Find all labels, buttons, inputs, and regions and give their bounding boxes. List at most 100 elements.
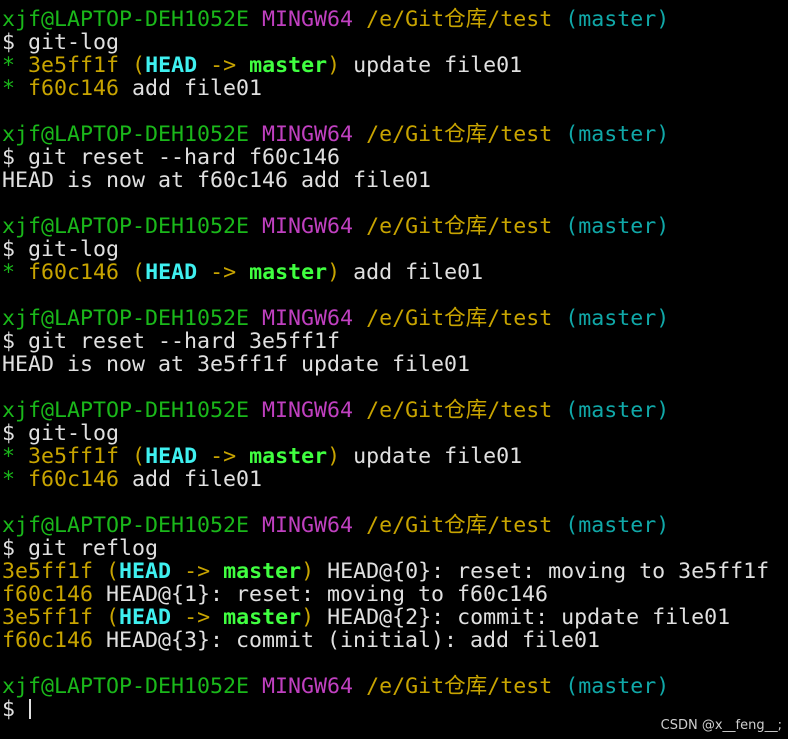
prompt-branch: (master) <box>565 398 670 423</box>
output-segment: f60c146 <box>28 76 120 101</box>
output-segment: ) <box>327 53 341 78</box>
prompt-line: xjf@LAPTOP-DEH1052E MINGW64 /e/Git仓库/tes… <box>2 399 788 422</box>
output-line: f60c146 HEAD@{1}: reset: moving to f60c1… <box>2 583 788 606</box>
output-line: 3e5ff1f (HEAD -> master) HEAD@{0}: reset… <box>2 560 788 583</box>
output-segment: HEAD@{3}: commit (initial): add file01 <box>93 628 601 653</box>
prompt-system: MINGW64 <box>262 7 354 32</box>
prompt-user-host: xjf@LAPTOP-DEH1052E <box>2 306 250 331</box>
prompt-branch: (master) <box>565 122 670 147</box>
output-line: * f60c146 add file01 <box>2 77 788 100</box>
output-line: HEAD is now at 3e5ff1f update file01 <box>2 353 788 376</box>
prompt-line: xjf@LAPTOP-DEH1052E MINGW64 /e/Git仓库/tes… <box>2 675 788 698</box>
command-line: $ git-log <box>2 31 788 54</box>
command-text: git-log <box>28 421 120 446</box>
output-segment: master <box>249 53 328 78</box>
output-segment: HEAD <box>145 260 198 285</box>
output-line: * 3e5ff1f (HEAD -> master) update file01 <box>2 445 788 468</box>
output-segment: * <box>2 260 29 285</box>
prompt-branch: (master) <box>565 306 670 331</box>
output-line: f60c146 HEAD@{3}: commit (initial): add … <box>2 629 788 652</box>
prompt-path: /e/Git仓库/test <box>366 306 553 331</box>
output-segment: master <box>223 559 302 584</box>
output-segment: ) <box>327 260 341 285</box>
prompt-path: /e/Git仓库/test <box>366 7 553 32</box>
output-segment: ( <box>132 53 146 78</box>
command-text: git reset --hard f60c146 <box>28 145 341 170</box>
csdn-watermark: CSDN @x__feng__; <box>660 718 782 733</box>
output-segment: HEAD <box>145 444 198 469</box>
prompt-system: MINGW64 <box>262 214 354 239</box>
prompt-dollar: $ <box>2 145 29 170</box>
output-segment: * <box>2 53 29 78</box>
command-line: $ git-log <box>2 422 788 445</box>
command-text: git reset --hard 3e5ff1f <box>28 329 341 354</box>
output-segment: update file01 <box>340 53 523 78</box>
prompt-system: MINGW64 <box>262 122 354 147</box>
prompt-line: xjf@LAPTOP-DEH1052E MINGW64 /e/Git仓库/tes… <box>2 123 788 146</box>
output-segment: HEAD@{0}: reset: moving to 3e5ff1f <box>314 559 770 584</box>
text-cursor <box>29 699 32 719</box>
output-segment: add file01 <box>340 260 484 285</box>
output-segment: HEAD is now at 3e5ff1f update file01 <box>2 352 471 377</box>
prompt-user-host: xjf@LAPTOP-DEH1052E <box>2 398 250 423</box>
prompt-user-host: xjf@LAPTOP-DEH1052E <box>2 214 250 239</box>
command-text: git-log <box>28 237 120 262</box>
output-segment: 3e5ff1f <box>28 53 120 78</box>
output-segment: f60c146 <box>2 582 94 607</box>
output-segment: ( <box>106 559 120 584</box>
output-segment: master <box>249 260 328 285</box>
prompt-path: /e/Git仓库/test <box>366 214 553 239</box>
output-line: HEAD is now at f60c146 add file01 <box>2 169 788 192</box>
output-segment: update file01 <box>340 444 523 469</box>
prompt-user-host: xjf@LAPTOP-DEH1052E <box>2 122 250 147</box>
prompt-system: MINGW64 <box>262 513 354 538</box>
output-segment <box>119 260 132 285</box>
output-segment: * <box>2 467 29 492</box>
output-segment <box>93 605 106 630</box>
prompt-branch: (master) <box>565 7 670 32</box>
prompt-dollar: $ <box>2 536 29 561</box>
prompt-system: MINGW64 <box>262 398 354 423</box>
prompt-user-host: xjf@LAPTOP-DEH1052E <box>2 7 250 32</box>
output-segment: HEAD <box>145 53 198 78</box>
output-line: * 3e5ff1f (HEAD -> master) update file01 <box>2 54 788 77</box>
prompt-user-host: xjf@LAPTOP-DEH1052E <box>2 513 250 538</box>
output-segment: 3e5ff1f <box>2 559 94 584</box>
output-segment: master <box>249 444 328 469</box>
prompt-path: /e/Git仓库/test <box>366 122 553 147</box>
output-segment: f60c146 <box>28 467 120 492</box>
prompt-dollar: $ <box>2 237 29 262</box>
output-segment: ) <box>301 605 315 630</box>
output-segment: HEAD <box>119 605 172 630</box>
prompt-line: xjf@LAPTOP-DEH1052E MINGW64 /e/Git仓库/tes… <box>2 514 788 537</box>
terminal-window[interactable]: xjf@LAPTOP-DEH1052E MINGW64 /e/Git仓库/tes… <box>0 0 788 739</box>
prompt-system: MINGW64 <box>262 674 354 699</box>
prompt-system: MINGW64 <box>262 306 354 331</box>
output-segment: add file01 <box>119 467 263 492</box>
prompt-dollar: $ <box>2 30 29 55</box>
output-segment: -> <box>197 260 250 285</box>
output-segment: HEAD@{2}: commit: update file01 <box>314 605 731 630</box>
prompt-branch: (master) <box>565 214 670 239</box>
output-segment: * <box>2 444 29 469</box>
prompt-path: /e/Git仓库/test <box>366 674 553 699</box>
output-line: 3e5ff1f (HEAD -> master) HEAD@{2}: commi… <box>2 606 788 629</box>
output-segment: ) <box>301 559 315 584</box>
prompt-dollar: $ <box>2 421 29 446</box>
output-segment: 3e5ff1f <box>28 444 120 469</box>
output-segment: -> <box>197 444 250 469</box>
prompt-branch: (master) <box>565 674 670 699</box>
output-segment <box>119 53 132 78</box>
prompt-path: /e/Git仓库/test <box>366 398 553 423</box>
output-segment: * <box>2 76 29 101</box>
prompt-branch: (master) <box>565 513 670 538</box>
command-text: git reflog <box>28 536 159 561</box>
output-segment: f60c146 <box>2 628 94 653</box>
prompt-line: xjf@LAPTOP-DEH1052E MINGW64 /e/Git仓库/tes… <box>2 215 788 238</box>
output-segment: HEAD@{1}: reset: moving to f60c146 <box>93 582 549 607</box>
command-line: $ git reset --hard f60c146 <box>2 146 788 169</box>
output-segment: ( <box>132 444 146 469</box>
prompt-line: xjf@LAPTOP-DEH1052E MINGW64 /e/Git仓库/tes… <box>2 307 788 330</box>
